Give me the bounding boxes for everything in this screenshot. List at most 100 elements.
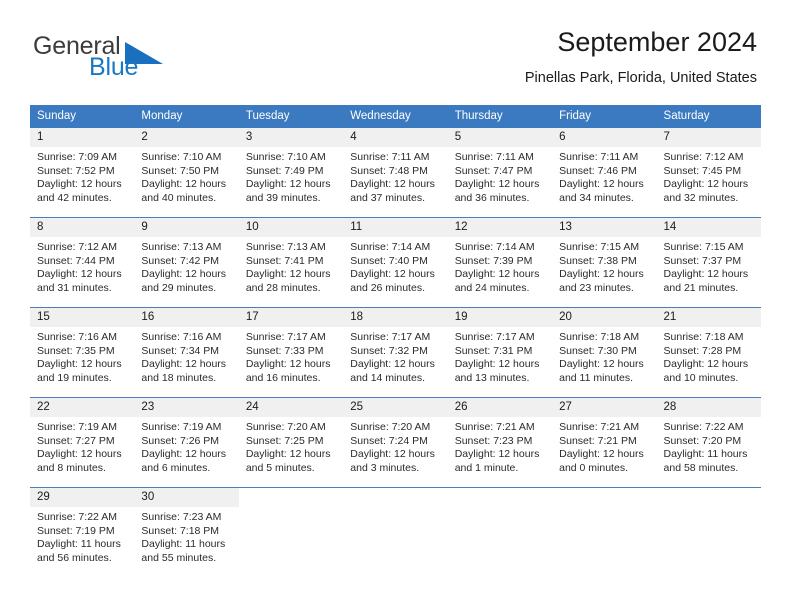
day-number <box>552 488 656 507</box>
day-details: Sunrise: 7:21 AM Sunset: 7:23 PM Dayligh… <box>448 417 552 475</box>
daylight-text-line1: Daylight: 12 hours <box>454 178 540 191</box>
calendar-day-cell[interactable]: 11 Sunrise: 7:14 AM Sunset: 7:40 PM Dayl… <box>343 217 448 308</box>
calendar-day-cell[interactable]: 20 Sunrise: 7:18 AM Sunset: 7:30 PM Dayl… <box>552 307 657 398</box>
calendar-day-cell[interactable]: 9 Sunrise: 7:13 AM Sunset: 7:42 PM Dayli… <box>134 217 239 308</box>
day-number: 17 <box>238 308 344 327</box>
calendar-day-cell[interactable]: 5 Sunrise: 7:11 AM Sunset: 7:47 PM Dayli… <box>447 128 553 218</box>
daylight-text-line2: and 13 minutes. <box>454 371 530 384</box>
daylight-text-line1: Daylight: 12 hours <box>141 448 227 461</box>
calendar-day-cell[interactable]: 28 Sunrise: 7:22 AM Sunset: 7:20 PM Dayl… <box>656 397 761 488</box>
calendar-day-cell[interactable]: 27 Sunrise: 7:21 AM Sunset: 7:21 PM Dayl… <box>552 397 657 488</box>
sunrise-text: Sunrise: 7:20 AM <box>350 421 431 433</box>
calendar-day-cell-empty <box>656 487 761 577</box>
sunrise-sunset-calendar: Sunday Monday Tuesday Wednesday Thursday… <box>30 105 761 577</box>
logo-text-blue: Blue <box>89 53 139 81</box>
calendar-day-cell-empty <box>447 487 553 577</box>
calendar-day-cell[interactable]: 19 Sunrise: 7:17 AM Sunset: 7:31 PM Dayl… <box>447 307 553 398</box>
day-details: Sunrise: 7:10 AM Sunset: 7:49 PM Dayligh… <box>239 147 343 205</box>
day-number <box>343 488 447 507</box>
daylight-text-line1: Daylight: 12 hours <box>454 448 540 461</box>
day-details: Sunrise: 7:20 AM Sunset: 7:24 PM Dayligh… <box>343 417 447 475</box>
day-details: Sunrise: 7:12 AM Sunset: 7:45 PM Dayligh… <box>657 147 761 205</box>
weekday-header-sunday: Sunday <box>30 105 135 128</box>
day-details: Sunrise: 7:20 AM Sunset: 7:25 PM Dayligh… <box>239 417 343 475</box>
daylight-text-line2: and 31 minutes. <box>37 281 112 294</box>
day-number: 12 <box>447 218 553 237</box>
day-number: 24 <box>238 398 344 417</box>
sunrise-text: Sunrise: 7:23 AM <box>141 511 222 523</box>
daylight-text-line1: Daylight: 12 hours <box>559 358 644 371</box>
sunset-text: Sunset: 7:32 PM <box>350 344 428 357</box>
day-details: Sunrise: 7:23 AM Sunset: 7:18 PM Dayligh… <box>134 507 238 565</box>
calendar-day-cell[interactable]: 22 Sunrise: 7:19 AM Sunset: 7:27 PM Dayl… <box>30 397 135 488</box>
calendar-day-cell[interactable]: 26 Sunrise: 7:21 AM Sunset: 7:23 PM Dayl… <box>447 397 553 488</box>
daylight-text-line1: Daylight: 12 hours <box>245 448 331 461</box>
calendar-day-cell[interactable]: 1 Sunrise: 7:09 AM Sunset: 7:52 PM Dayli… <box>30 128 135 218</box>
title-block: September 2024 Pinellas Park, Florida, U… <box>525 26 757 88</box>
calendar-day-cell[interactable]: 14 Sunrise: 7:15 AM Sunset: 7:37 PM Dayl… <box>656 217 761 308</box>
sunrise-text: Sunrise: 7:12 AM <box>37 241 117 253</box>
calendar-day-cell[interactable]: 30 Sunrise: 7:23 AM Sunset: 7:18 PM Dayl… <box>134 487 239 577</box>
sunrise-text: Sunrise: 7:17 AM <box>350 331 431 343</box>
day-number: 14 <box>656 218 761 237</box>
day-details: Sunrise: 7:11 AM Sunset: 7:47 PM Dayligh… <box>448 147 552 205</box>
calendar-day-cell[interactable]: 12 Sunrise: 7:14 AM Sunset: 7:39 PM Dayl… <box>447 217 553 308</box>
daylight-text-line1: Daylight: 12 hours <box>37 178 122 191</box>
day-details: Sunrise: 7:18 AM Sunset: 7:28 PM Dayligh… <box>657 327 761 385</box>
daylight-text-line2: and 6 minutes. <box>141 461 211 474</box>
day-details: Sunrise: 7:17 AM Sunset: 7:32 PM Dayligh… <box>343 327 447 385</box>
calendar-day-cell[interactable]: 4 Sunrise: 7:11 AM Sunset: 7:48 PM Dayli… <box>343 128 448 218</box>
weekday-header-saturday: Saturday <box>656 105 761 128</box>
calendar-day-cell[interactable]: 25 Sunrise: 7:20 AM Sunset: 7:24 PM Dayl… <box>343 397 448 488</box>
calendar-day-cell[interactable]: 18 Sunrise: 7:17 AM Sunset: 7:32 PM Dayl… <box>343 307 448 398</box>
day-details: Sunrise: 7:10 AM Sunset: 7:50 PM Dayligh… <box>134 147 238 205</box>
daylight-text-line1: Daylight: 12 hours <box>454 358 540 371</box>
daylight-text-line2: and 3 minutes. <box>350 461 420 474</box>
sunrise-text: Sunrise: 7:20 AM <box>245 421 326 433</box>
sunrise-text: Sunrise: 7:17 AM <box>245 331 326 343</box>
daylight-text-line2: and 21 minutes. <box>663 281 739 294</box>
calendar-day-cell[interactable]: 6 Sunrise: 7:11 AM Sunset: 7:46 PM Dayli… <box>552 128 657 218</box>
daylight-text-line2: and 24 minutes. <box>454 281 530 294</box>
sunrise-text: Sunrise: 7:18 AM <box>559 331 640 343</box>
calendar-day-cell[interactable]: 24 Sunrise: 7:20 AM Sunset: 7:25 PM Dayl… <box>238 397 344 488</box>
day-details: Sunrise: 7:11 AM Sunset: 7:48 PM Dayligh… <box>343 147 447 205</box>
calendar-day-cell[interactable]: 7 Sunrise: 7:12 AM Sunset: 7:45 PM Dayli… <box>656 128 761 218</box>
calendar-day-cell[interactable]: 2 Sunrise: 7:10 AM Sunset: 7:50 PM Dayli… <box>134 128 239 218</box>
day-number: 22 <box>30 398 135 417</box>
calendar-week-row: 15 Sunrise: 7:16 AM Sunset: 7:35 PM Dayl… <box>30 307 761 398</box>
sunset-text: Sunset: 7:39 PM <box>454 254 533 267</box>
calendar-week-row: 22 Sunrise: 7:19 AM Sunset: 7:27 PM Dayl… <box>30 397 761 488</box>
calendar-day-cell[interactable]: 3 Sunrise: 7:10 AM Sunset: 7:49 PM Dayli… <box>238 128 344 218</box>
calendar-day-cell[interactable]: 15 Sunrise: 7:16 AM Sunset: 7:35 PM Dayl… <box>30 307 135 398</box>
sunrise-text: Sunrise: 7:14 AM <box>454 241 535 253</box>
day-details: Sunrise: 7:13 AM Sunset: 7:42 PM Dayligh… <box>134 237 238 295</box>
day-number: 21 <box>656 308 761 327</box>
daylight-text-line1: Daylight: 12 hours <box>350 178 435 191</box>
calendar-day-cell[interactable]: 8 Sunrise: 7:12 AM Sunset: 7:44 PM Dayli… <box>30 217 135 308</box>
weekday-header-wednesday: Wednesday <box>343 105 448 128</box>
calendar-day-cell[interactable]: 17 Sunrise: 7:17 AM Sunset: 7:33 PM Dayl… <box>238 307 344 398</box>
day-details: Sunrise: 7:21 AM Sunset: 7:21 PM Dayligh… <box>552 417 656 475</box>
page-subtitle: Pinellas Park, Florida, United States <box>524 70 757 86</box>
calendar-day-cell[interactable]: 29 Sunrise: 7:22 AM Sunset: 7:19 PM Dayl… <box>30 487 135 577</box>
sunrise-text: Sunrise: 7:16 AM <box>37 331 117 343</box>
general-blue-logo[interactable]: General Blue <box>33 33 263 87</box>
day-details: Sunrise: 7:18 AM Sunset: 7:30 PM Dayligh… <box>552 327 656 385</box>
calendar-day-cell[interactable]: 23 Sunrise: 7:19 AM Sunset: 7:26 PM Dayl… <box>134 397 239 488</box>
page-header: General Blue September 2024 Pinellas Par… <box>0 0 792 100</box>
weekday-header-thursday: Thursday <box>447 105 553 128</box>
sunset-text: Sunset: 7:40 PM <box>350 254 428 267</box>
daylight-text-line1: Daylight: 12 hours <box>559 268 644 281</box>
calendar-day-cell[interactable]: 21 Sunrise: 7:18 AM Sunset: 7:28 PM Dayl… <box>656 307 761 398</box>
day-number: 16 <box>134 308 239 327</box>
daylight-text-line2: and 55 minutes. <box>141 551 217 564</box>
calendar-day-cell[interactable]: 13 Sunrise: 7:15 AM Sunset: 7:38 PM Dayl… <box>552 217 657 308</box>
daylight-text-line1: Daylight: 12 hours <box>663 268 749 281</box>
day-number: 29 <box>30 488 135 507</box>
calendar-day-cell[interactable]: 16 Sunrise: 7:16 AM Sunset: 7:34 PM Dayl… <box>134 307 239 398</box>
daylight-text-line1: Daylight: 12 hours <box>37 268 122 281</box>
daylight-text-line1: Daylight: 12 hours <box>245 268 331 281</box>
calendar-day-cell-empty <box>343 487 448 577</box>
calendar-day-cell[interactable]: 10 Sunrise: 7:13 AM Sunset: 7:41 PM Dayl… <box>238 217 344 308</box>
